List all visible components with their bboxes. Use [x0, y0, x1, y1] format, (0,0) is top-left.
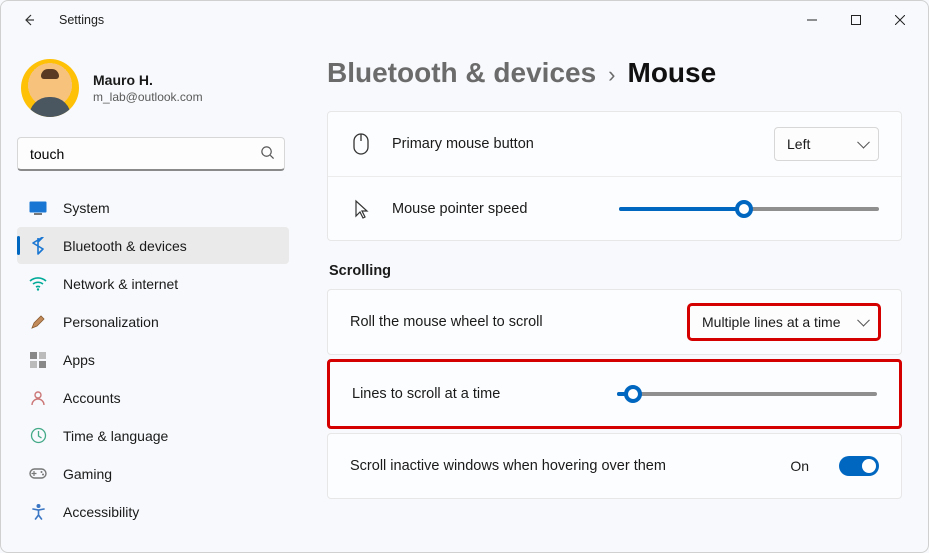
inactive-scroll-toggle[interactable] — [839, 456, 879, 476]
sidebar-item-label: Accounts — [63, 390, 121, 406]
nav: System Bluetooth & devices Network & int… — [17, 189, 289, 530]
sidebar: Mauro H. m_lab@outlook.com System Blueto… — [1, 39, 301, 552]
close-icon — [895, 15, 905, 25]
chevron-right-icon: › — [608, 62, 615, 88]
card-roll-wheel: Roll the mouse wheel to scroll Multiple … — [327, 289, 902, 355]
profile-name: Mauro H. — [93, 72, 203, 88]
clock-globe-icon — [29, 427, 47, 445]
close-button[interactable] — [878, 5, 922, 35]
lines-scroll-slider[interactable] — [617, 384, 877, 404]
person-icon — [29, 389, 47, 407]
row-roll-wheel: Roll the mouse wheel to scroll Multiple … — [328, 290, 901, 354]
slider-thumb[interactable] — [624, 385, 642, 403]
sidebar-item-label: System — [63, 200, 110, 216]
profile-block[interactable]: Mauro H. m_lab@outlook.com — [17, 53, 289, 135]
sidebar-item-network[interactable]: Network & internet — [17, 265, 289, 302]
setting-label: Scroll inactive windows when hovering ov… — [350, 458, 666, 474]
sidebar-item-apps[interactable]: Apps — [17, 341, 289, 378]
arrow-left-icon — [21, 12, 37, 28]
sidebar-item-label: Apps — [63, 352, 95, 368]
row-primary-button: Primary mouse button Left — [328, 112, 901, 176]
sidebar-item-time-language[interactable]: Time & language — [17, 417, 289, 454]
setting-label: Lines to scroll at a time — [352, 386, 500, 402]
search-box — [17, 137, 285, 171]
maximize-button[interactable] — [834, 5, 878, 35]
card-primary-group: Primary mouse button Left Mouse pointer … — [327, 111, 902, 241]
sidebar-item-label: Personalization — [63, 314, 159, 330]
breadcrumb-parent[interactable]: Bluetooth & devices — [327, 57, 596, 89]
sidebar-item-label: Gaming — [63, 466, 112, 482]
profile-email: m_lab@outlook.com — [93, 90, 203, 104]
slider-thumb[interactable] — [735, 200, 753, 218]
paintbrush-icon — [29, 313, 47, 331]
mouse-icon — [350, 133, 372, 155]
sidebar-item-label: Network & internet — [63, 276, 178, 292]
minimize-button[interactable] — [790, 5, 834, 35]
sidebar-item-bluetooth-devices[interactable]: Bluetooth & devices — [17, 227, 289, 264]
page-title: Mouse — [628, 57, 717, 89]
dropdown-value: Left — [787, 136, 810, 152]
pointer-speed-slider[interactable] — [619, 199, 879, 219]
window-title: Settings — [59, 13, 104, 27]
cursor-icon — [350, 199, 372, 219]
card-lines-scroll: Lines to scroll at a time — [327, 359, 902, 429]
primary-button-dropdown[interactable]: Left — [774, 127, 879, 161]
breadcrumb: Bluetooth & devices › Mouse — [327, 57, 902, 89]
bluetooth-icon — [29, 237, 47, 255]
setting-label: Mouse pointer speed — [392, 201, 527, 217]
section-heading-scrolling: Scrolling — [329, 263, 902, 279]
card-inactive-scroll: Scroll inactive windows when hovering ov… — [327, 433, 902, 499]
search-icon — [260, 145, 275, 163]
sidebar-item-label: Bluetooth & devices — [63, 238, 187, 254]
back-button[interactable] — [15, 6, 43, 34]
setting-label: Primary mouse button — [392, 136, 534, 152]
dropdown-value: Multiple lines at a time — [702, 314, 841, 330]
minimize-icon — [807, 15, 817, 25]
maximize-icon — [851, 15, 861, 25]
row-lines-scroll: Lines to scroll at a time — [330, 362, 899, 426]
sidebar-item-system[interactable]: System — [17, 189, 289, 226]
search-input[interactable] — [17, 137, 285, 171]
setting-label: Roll the mouse wheel to scroll — [350, 314, 543, 330]
accessibility-icon — [29, 503, 47, 521]
apps-icon — [29, 351, 47, 369]
sidebar-item-accessibility[interactable]: Accessibility — [17, 493, 289, 530]
sidebar-item-personalization[interactable]: Personalization — [17, 303, 289, 340]
avatar — [21, 59, 79, 117]
sidebar-item-label: Accessibility — [63, 504, 139, 520]
sidebar-item-label: Time & language — [63, 428, 168, 444]
wifi-icon — [29, 275, 47, 293]
titlebar: Settings — [1, 1, 928, 39]
main-panel: Bluetooth & devices › Mouse Primary mous… — [301, 39, 928, 552]
toggle-state-label: On — [790, 458, 809, 474]
row-pointer-speed: Mouse pointer speed — [328, 176, 901, 240]
sidebar-item-gaming[interactable]: Gaming — [17, 455, 289, 492]
sidebar-item-accounts[interactable]: Accounts — [17, 379, 289, 416]
display-icon — [29, 199, 47, 217]
row-inactive-scroll: Scroll inactive windows when hovering ov… — [328, 434, 901, 498]
roll-wheel-dropdown[interactable]: Multiple lines at a time — [689, 305, 879, 339]
gamepad-icon — [29, 465, 47, 483]
